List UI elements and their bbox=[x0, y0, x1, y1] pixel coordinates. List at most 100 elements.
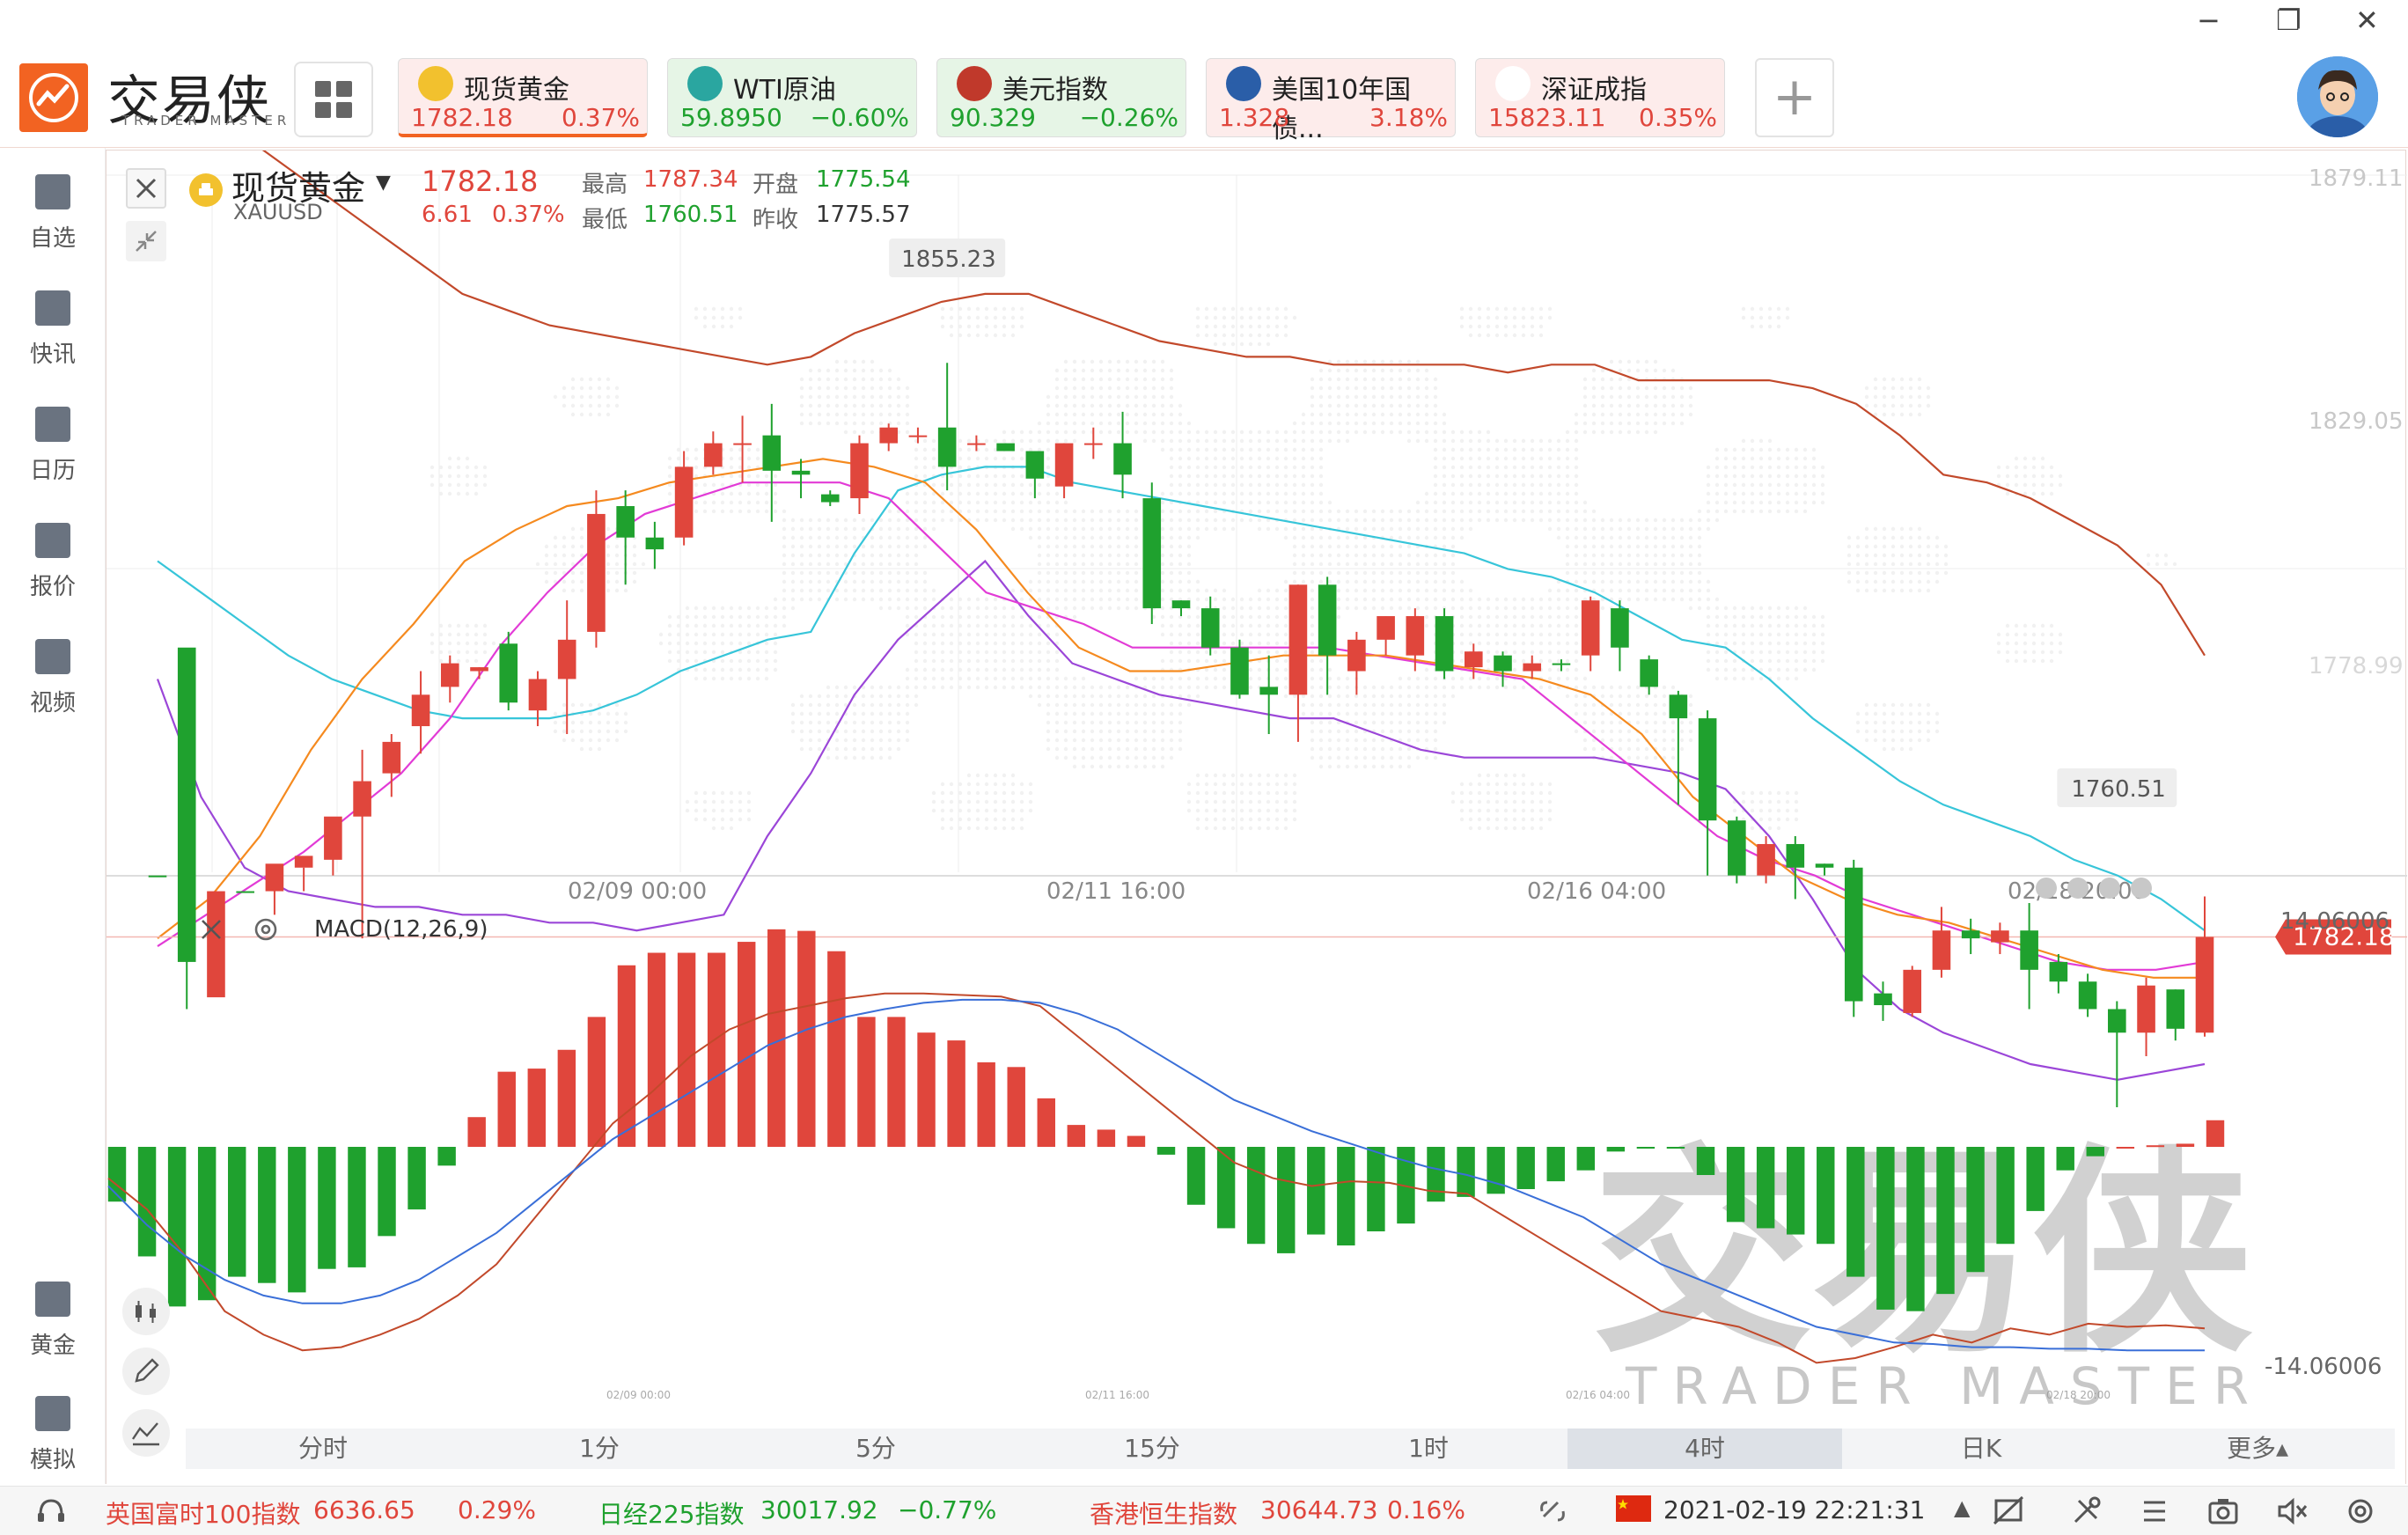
macd-bar bbox=[557, 1049, 576, 1147]
sidebar-bottom-item-1[interactable]: 模拟 bbox=[0, 1396, 106, 1493]
sidebar-item-4[interactable]: 视频 bbox=[0, 639, 106, 736]
timeframe-tab-0[interactable]: 分时 bbox=[186, 1429, 460, 1469]
candle bbox=[1932, 907, 1951, 978]
timeframe-tab-1[interactable]: 1分 bbox=[462, 1429, 737, 1469]
candle-type-button[interactable] bbox=[122, 1288, 170, 1335]
timeframe-tab-6[interactable]: 日K bbox=[1844, 1429, 2118, 1469]
macd-bar bbox=[1216, 1147, 1236, 1229]
candle bbox=[996, 443, 1015, 452]
high-label: 最高 bbox=[582, 172, 628, 198]
candle bbox=[1435, 608, 1454, 679]
collapse-button[interactable] bbox=[126, 221, 166, 261]
oil-icon bbox=[687, 66, 723, 101]
link-icon[interactable] bbox=[1535, 1494, 1570, 1532]
candle bbox=[674, 451, 694, 546]
chevron-up-icon[interactable]: ▲ bbox=[1954, 1495, 1970, 1520]
macd-axis-top: 14.06006 bbox=[2280, 908, 2390, 935]
macd-bar bbox=[1817, 1147, 1835, 1245]
status-value: 30017.92 bbox=[760, 1495, 878, 1524]
ticker-change: −0.26% bbox=[1079, 103, 1178, 132]
max-annotation: 1855.23 bbox=[901, 246, 996, 273]
candle bbox=[1611, 600, 1629, 672]
sidebar-bottom-item-0[interactable]: 黄金 bbox=[0, 1282, 106, 1378]
macd-bar bbox=[1186, 1147, 1206, 1205]
status-name[interactable]: 香港恒生指数 bbox=[1090, 1495, 1237, 1531]
ticker-change: 0.37% bbox=[562, 103, 640, 132]
timeframe-tab-3[interactable]: 15分 bbox=[1015, 1429, 1289, 1469]
candle bbox=[1494, 651, 1512, 687]
gold-icon bbox=[189, 173, 223, 207]
fullscreen-icon[interactable] bbox=[1991, 1494, 2026, 1532]
ticker-1[interactable]: WTI原油 59.8950 −0.60% bbox=[667, 58, 917, 137]
ticker-0[interactable]: 现货黄金 1782.18 0.37% bbox=[398, 58, 648, 137]
macd-bar bbox=[1457, 1147, 1475, 1197]
mute-icon[interactable] bbox=[2274, 1494, 2309, 1532]
news-icon bbox=[35, 290, 70, 326]
low-label: 最低 bbox=[582, 207, 628, 233]
chart-canvas[interactable]: 1879.11 1829.05 1778.99 1782.18 1855.23 1760.… bbox=[106, 151, 2407, 1485]
logo-icon bbox=[19, 63, 88, 132]
x-axis-mini-label: 02/16 04:00 bbox=[1566, 1389, 1630, 1401]
close-chart-button[interactable] bbox=[126, 168, 166, 209]
sidebar-item-2[interactable]: 日历 bbox=[0, 407, 106, 503]
macd-bar bbox=[1307, 1147, 1325, 1235]
macd-bar bbox=[1876, 1147, 1895, 1310]
macd-settings-button[interactable] bbox=[251, 914, 281, 948]
status-name[interactable]: 英国富时100指数 bbox=[106, 1495, 300, 1531]
close-icon bbox=[202, 920, 221, 939]
macd-bar bbox=[617, 965, 636, 1147]
grid-menu-button[interactable] bbox=[294, 62, 373, 137]
camera-icon[interactable] bbox=[2206, 1494, 2241, 1532]
tools-icon[interactable] bbox=[2068, 1494, 2103, 1532]
draw-button[interactable] bbox=[122, 1348, 170, 1395]
macd-bar bbox=[707, 952, 726, 1147]
candle bbox=[236, 891, 254, 893]
avatar[interactable] bbox=[2297, 56, 2378, 137]
close-macd-button[interactable] bbox=[196, 914, 226, 948]
timeframe-tab-4[interactable]: 1时 bbox=[1291, 1429, 1566, 1469]
candle bbox=[791, 459, 811, 499]
restore-icon[interactable]: ❐ bbox=[2276, 4, 2302, 37]
ticker-2[interactable]: 美元指数 90.329 −0.26% bbox=[936, 58, 1186, 137]
indicator-button[interactable] bbox=[122, 1409, 170, 1457]
candle bbox=[1259, 655, 1278, 734]
candle bbox=[265, 863, 284, 915]
headset-icon[interactable] bbox=[33, 1494, 69, 1532]
macd-bar bbox=[1936, 1147, 1955, 1295]
sidebar-item-3[interactable]: 报价 bbox=[0, 523, 106, 620]
settings-icon[interactable] bbox=[2343, 1494, 2378, 1532]
ticker-4[interactable]: 深证成指 15823.11 0.35% bbox=[1475, 58, 1725, 137]
timeframe-tab-5[interactable]: 4时 bbox=[1567, 1429, 1842, 1469]
timeframe-tab-2[interactable]: 5分 bbox=[738, 1429, 1013, 1469]
macd-title: MACD(12,26,9) bbox=[314, 916, 488, 943]
wallet-icon bbox=[35, 1396, 70, 1431]
macd-bar bbox=[1277, 1147, 1296, 1253]
chart-panel[interactable]: 1879.11 1829.05 1778.99 1782.18 1855.23 1760.… bbox=[106, 150, 2407, 1485]
x-axis-mini-label: 02/11 16:00 bbox=[1085, 1389, 1149, 1401]
sidebar-item-label: 黄金 bbox=[29, 1333, 76, 1359]
macd-bar bbox=[1037, 1098, 1055, 1147]
list-icon[interactable] bbox=[2137, 1494, 2172, 1532]
candle bbox=[1171, 600, 1191, 617]
axis-label-behind: 1778.99 bbox=[2309, 653, 2404, 679]
x-axis-label: 02/16 04:00 bbox=[1527, 878, 1666, 905]
timeframe-tab-7[interactable]: 更多▴ bbox=[2120, 1429, 2395, 1469]
minimize-icon[interactable]: − bbox=[2197, 4, 2221, 37]
ticker-name: 美元指数 bbox=[1002, 75, 1108, 106]
candle bbox=[1786, 836, 1805, 900]
macd-bar bbox=[1846, 1147, 1865, 1277]
sidebar-item-0[interactable]: 自选 bbox=[0, 174, 106, 271]
candle bbox=[1991, 922, 2009, 954]
status-change: 0.29% bbox=[458, 1495, 536, 1524]
high-value: 1787.34 bbox=[643, 166, 738, 193]
macd-bar bbox=[887, 1017, 906, 1147]
macd-bar bbox=[677, 952, 696, 1147]
macd-bar bbox=[2176, 1143, 2195, 1147]
status-name[interactable]: 日经225指数 bbox=[598, 1495, 744, 1531]
ticker-3[interactable]: 美国10年国债... 1.328 3.18% bbox=[1206, 58, 1456, 144]
status-change: −0.77% bbox=[898, 1495, 997, 1524]
add-ticker-button[interactable]: + bbox=[1755, 58, 1834, 137]
close-icon[interactable]: ✕ bbox=[2355, 4, 2379, 37]
sidebar-item-1[interactable]: 快讯 bbox=[0, 290, 106, 387]
chevron-down-icon[interactable]: ▼ bbox=[376, 172, 391, 194]
